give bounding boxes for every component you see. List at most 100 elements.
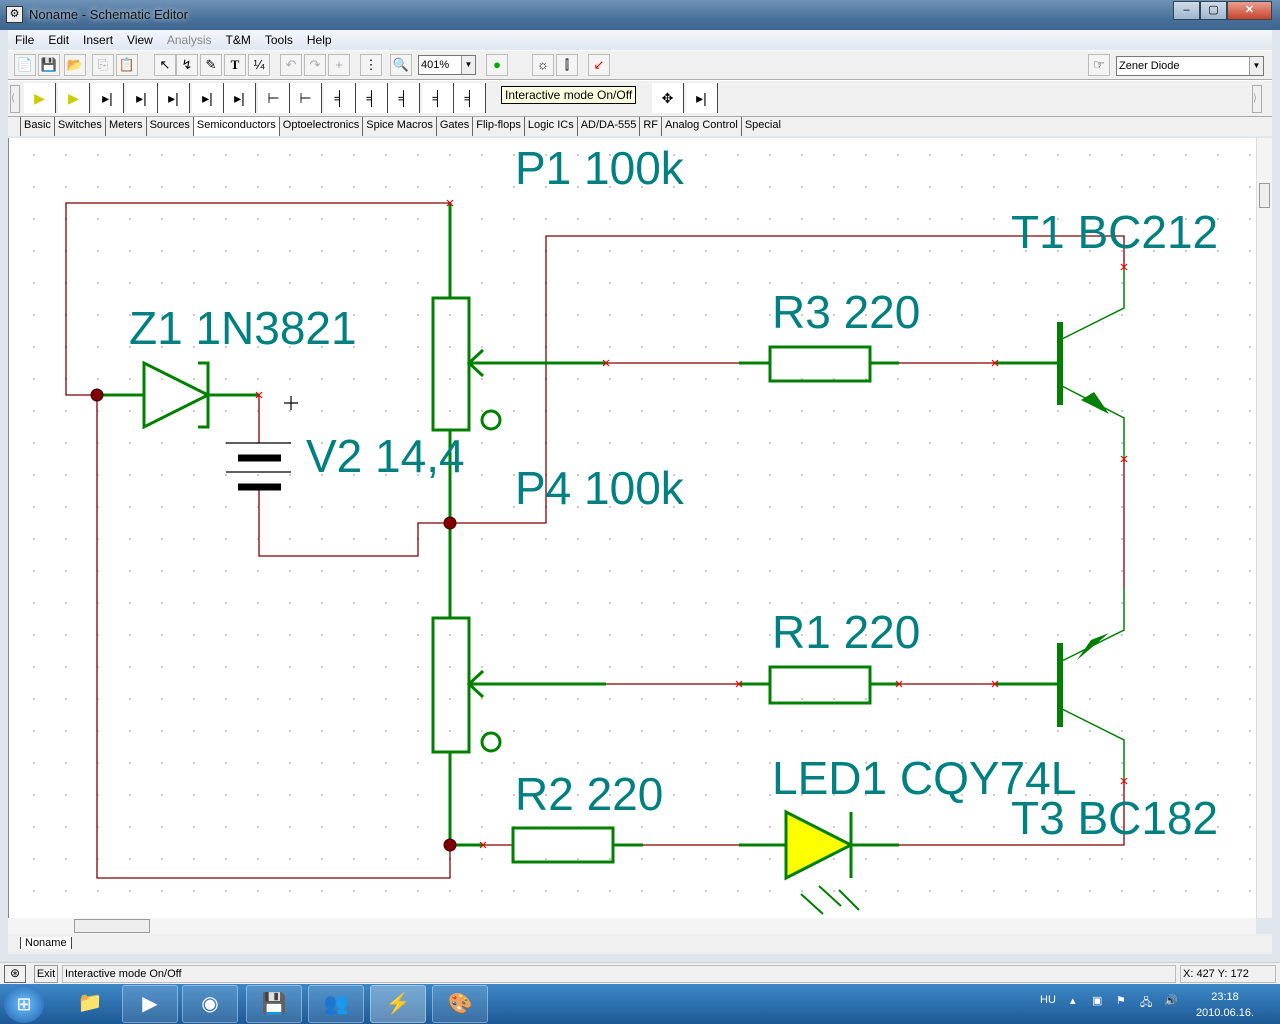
zener-icon[interactable]: ▸|	[126, 83, 158, 113]
app-icon[interactable]: ⚙	[6, 6, 23, 23]
zoom-select[interactable]: 401% ▼	[418, 55, 476, 75]
resistor-value-icon[interactable]: ⫿	[556, 54, 578, 76]
grid-icon[interactable]: ⋮	[360, 54, 382, 76]
dc-analysis-icon[interactable]: ●	[486, 54, 508, 76]
probe-icon[interactable]: ↙	[588, 54, 610, 76]
mosfet3-icon[interactable]: ╡	[388, 83, 420, 113]
scroll-left-icon[interactable]: ⟨	[10, 85, 20, 113]
tab-optoelectronics[interactable]: Optoelectronics	[278, 117, 362, 136]
tab-noname[interactable]: Noname	[20, 937, 72, 949]
language-indicator[interactable]: HU	[1040, 994, 1056, 1006]
pnp-icon[interactable]: ⊢	[290, 83, 322, 113]
menu-help[interactable]: Help	[300, 33, 339, 47]
scroll-thumb[interactable]	[74, 919, 150, 933]
horizontal-scrollbar[interactable]	[8, 918, 1256, 934]
menu-analysis[interactable]: Analysis	[160, 33, 219, 47]
paint-icon[interactable]: 🎨	[432, 985, 488, 1023]
open-icon[interactable]: 📂	[64, 54, 86, 76]
maximize-button[interactable]: ▢	[1200, 1, 1227, 20]
npn-icon[interactable]: ⊢	[258, 83, 290, 113]
copy-icon[interactable]: ⎘	[92, 54, 114, 76]
tab-spice-macros[interactable]: Spice Macros	[362, 117, 436, 136]
paste-icon[interactable]: 📋	[116, 54, 138, 76]
diode-icon[interactable]: ▸|	[92, 83, 124, 113]
start-button[interactable]: ⊞	[4, 985, 44, 1023]
menu-tools[interactable]: Tools	[258, 33, 300, 47]
firefox-icon[interactable]: ◉	[182, 985, 238, 1023]
text-icon[interactable]: T	[224, 54, 246, 76]
wire-icon[interactable]: ↯	[176, 54, 198, 76]
mosfet2-icon[interactable]: ╡	[356, 83, 388, 113]
schottky-icon[interactable]: ▸|	[158, 83, 190, 113]
schematic-drawing: P1 100k T1 BC212 R3 220 Z1 1N3821 V2 14,…	[65, 142, 1218, 915]
pencil-icon[interactable]: ✎	[200, 54, 222, 76]
media-player-icon[interactable]: ▶	[122, 985, 178, 1023]
network-icon[interactable]: 🖧	[1140, 994, 1152, 1013]
redo-icon[interactable]: ↷	[304, 54, 326, 76]
battery-v2[interactable]	[226, 396, 298, 491]
minimize-button[interactable]: –	[1173, 1, 1200, 20]
flag-icon[interactable]: ⚑	[1116, 994, 1126, 1007]
tab-basic[interactable]: Basic	[20, 117, 54, 136]
led-led1[interactable]	[784, 809, 855, 881]
undo-icon[interactable]: ↶	[280, 54, 302, 76]
tab-flip-flops[interactable]: Flip-flops	[472, 117, 524, 136]
tab-meters[interactable]: Meters	[104, 117, 146, 136]
resistor-r1[interactable]	[768, 665, 872, 705]
component-select[interactable]: Zener Diode ▼	[1116, 56, 1264, 76]
menu-view[interactable]: View	[120, 33, 160, 47]
close-button[interactable]: ✕	[1227, 1, 1272, 20]
mosfet4-icon[interactable]: ╡	[422, 83, 454, 113]
resistor-r2[interactable]	[511, 826, 615, 864]
fraction-icon[interactable]: ¼	[248, 54, 270, 76]
tab-switches[interactable]: Switches	[53, 117, 105, 136]
diac-icon[interactable]: ▸|	[192, 83, 224, 113]
tab-ad-da-555[interactable]: AD/DA-555	[576, 117, 640, 136]
bridge-icon[interactable]: ✥	[652, 83, 684, 113]
messenger-icon[interactable]: 👥	[308, 985, 364, 1023]
varicap-icon[interactable]: ▸|	[224, 83, 256, 113]
menu-tm[interactable]: T&M	[219, 33, 258, 47]
zener-z1[interactable]	[142, 360, 212, 430]
select-arrow-icon[interactable]: ↖	[154, 54, 176, 76]
vertical-scrollbar[interactable]	[1256, 138, 1272, 918]
tab-analog-control[interactable]: Analog Control	[661, 117, 741, 136]
meter-icon[interactable]: ☼	[532, 54, 554, 76]
tab-gates[interactable]: Gates	[435, 117, 472, 136]
menu-insert[interactable]: Insert	[76, 33, 120, 47]
opamp-icon[interactable]: ▶	[24, 83, 56, 113]
schematic-app-icon[interactable]: ⚡	[370, 985, 426, 1023]
menu-edit[interactable]: Edit	[41, 33, 76, 47]
schematic-canvas[interactable]: P1 100k T1 BC212 R3 220 Z1 1N3821 V2 14,…	[8, 138, 1256, 918]
potentiometer-p1[interactable]	[431, 296, 471, 432]
component-pick-icon[interactable]: ☞	[1088, 54, 1110, 76]
potentiometer-p4[interactable]	[431, 616, 471, 754]
tab-sources[interactable]: Sources	[145, 117, 193, 136]
exit-button[interactable]: Exit	[34, 965, 58, 983]
tab-logic-ics[interactable]: Logic ICs	[523, 117, 577, 136]
tab-semiconductors[interactable]: Semiconductors	[192, 117, 279, 136]
mosfet-icon[interactable]: ╡	[324, 83, 356, 113]
diode-macro-icon[interactable]: ▸|	[686, 83, 718, 113]
resistor-r3[interactable]	[768, 345, 872, 383]
scroll-thumb[interactable]	[1259, 183, 1270, 208]
opamp2-icon[interactable]: ▶	[58, 83, 90, 113]
arrow-icon	[1077, 633, 1109, 660]
tab-rf[interactable]: RF	[639, 117, 661, 136]
new-icon[interactable]: 📄	[14, 54, 36, 76]
clock[interactable]: 23:18 2010.06.16.	[1192, 989, 1258, 1021]
volume-icon[interactable]: 🔊	[1164, 994, 1178, 1007]
mosfet5-icon[interactable]: ╡	[454, 83, 486, 113]
interactive-mode-icon[interactable]: ⊛	[4, 965, 26, 983]
show-hidden-icon[interactable]: ▴	[1070, 994, 1076, 1007]
explorer-icon[interactable]: 📁	[62, 985, 118, 1023]
scroll-right-icon[interactable]: ⟩	[1252, 85, 1262, 113]
crosshair-icon[interactable]: +	[328, 54, 350, 76]
utorrent-icon[interactable]: ▣	[1092, 994, 1102, 1007]
label-r1: R1 220	[772, 606, 920, 658]
zoom-icon[interactable]: 🔍	[390, 54, 412, 76]
save-icon[interactable]: 💾	[38, 54, 60, 76]
menu-file[interactable]: File	[8, 33, 41, 47]
floppy-icon[interactable]: 💾	[246, 985, 302, 1023]
tab-special[interactable]: Special	[740, 117, 784, 136]
